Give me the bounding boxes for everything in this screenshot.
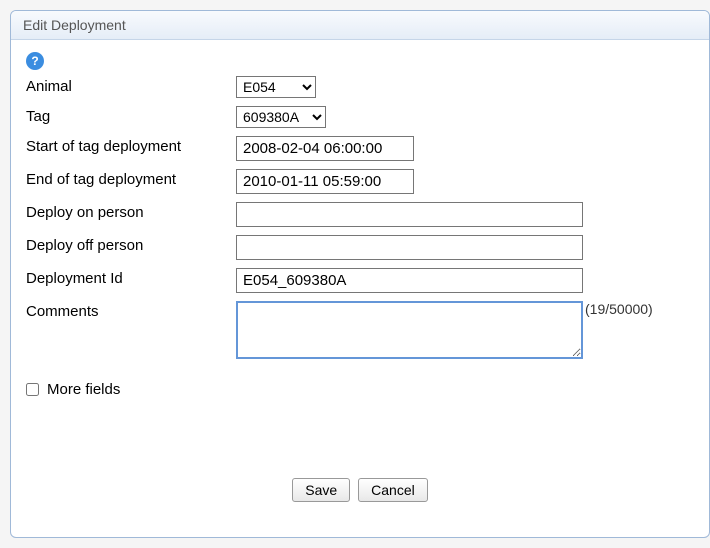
label-deployment-id: Deployment Id <box>26 268 236 287</box>
label-animal: Animal <box>26 76 236 95</box>
deploy-on-input[interactable] <box>236 202 583 227</box>
row-start: Start of tag deployment <box>26 136 694 161</box>
label-tag: Tag <box>26 106 236 125</box>
label-start: Start of tag deployment <box>26 136 236 155</box>
more-fields-row: More fields <box>26 381 694 398</box>
start-input[interactable] <box>236 136 414 161</box>
deploy-off-input[interactable] <box>236 235 583 260</box>
row-comments: Comments (19/50000) <box>26 301 694 363</box>
label-comments: Comments <box>26 301 236 320</box>
row-end: End of tag deployment <box>26 169 694 194</box>
row-deployment-id: Deployment Id <box>26 268 694 293</box>
comments-textarea[interactable] <box>236 301 583 359</box>
row-animal: Animal E054 <box>26 76 694 98</box>
cancel-button[interactable]: Cancel <box>358 478 428 502</box>
help-icon[interactable]: ? <box>26 52 44 70</box>
deployment-id-input[interactable] <box>236 268 583 293</box>
dialog-title: Edit Deployment <box>23 17 126 33</box>
label-end: End of tag deployment <box>26 169 236 188</box>
more-fields-label: More fields <box>47 381 120 398</box>
more-fields-checkbox[interactable] <box>26 383 39 396</box>
end-input[interactable] <box>236 169 414 194</box>
row-tag: Tag 609380A <box>26 106 694 128</box>
label-deploy-off: Deploy off person <box>26 235 236 254</box>
tag-select[interactable]: 609380A <box>236 106 326 128</box>
animal-select[interactable]: E054 <box>236 76 316 98</box>
row-deploy-off: Deploy off person <box>26 235 694 260</box>
comments-counter: (19/50000) <box>585 301 653 317</box>
row-deploy-on: Deploy on person <box>26 202 694 227</box>
dialog-body: ? Animal E054 Tag 609380A Start of tag d… <box>11 40 709 537</box>
save-button[interactable]: Save <box>292 478 350 502</box>
edit-deployment-dialog: Edit Deployment ? Animal E054 Tag 609380… <box>10 10 710 538</box>
label-deploy-on: Deploy on person <box>26 202 236 221</box>
dialog-footer: Save Cancel <box>26 398 694 517</box>
dialog-header: Edit Deployment <box>11 11 709 40</box>
